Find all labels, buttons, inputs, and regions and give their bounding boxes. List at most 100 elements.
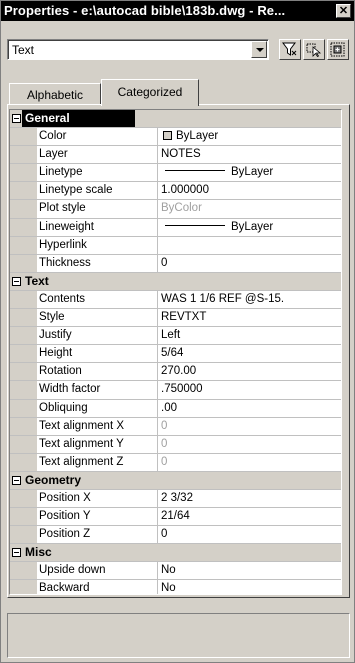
tab-alphabetic[interactable]: Alphabetic bbox=[9, 83, 101, 105]
property-row[interactable]: Text alignment Z0 bbox=[10, 453, 341, 472]
collapse-toggle[interactable] bbox=[10, 544, 22, 561]
minus-icon[interactable] bbox=[12, 475, 21, 485]
property-value-text: 0 bbox=[161, 455, 168, 468]
property-value-text: 1.000000 bbox=[161, 184, 209, 197]
property-row[interactable]: Linetype scale 1.000000 bbox=[10, 182, 341, 201]
property-row[interactable]: Position X2 3/32 bbox=[10, 489, 341, 509]
object-type-dropdown[interactable]: Text bbox=[7, 39, 269, 60]
property-name: Position X bbox=[37, 489, 158, 508]
property-value[interactable]: No bbox=[158, 580, 341, 595]
property-value[interactable]: 0 bbox=[158, 255, 341, 272]
property-value[interactable]: No bbox=[158, 562, 341, 579]
row-gutter bbox=[10, 399, 37, 417]
collapse-toggle[interactable] bbox=[10, 472, 22, 489]
category-row-text[interactable]: Text bbox=[10, 272, 341, 291]
property-row[interactable]: Contents WAS 1 1/6 REF @S-15. bbox=[10, 290, 341, 310]
property-value[interactable]: REVTXT bbox=[158, 309, 341, 326]
property-row[interactable]: Backward No bbox=[10, 580, 341, 595]
property-name: Backward bbox=[37, 580, 158, 594]
collapse-toggle[interactable] bbox=[10, 110, 22, 127]
property-row[interactable]: Upside down No bbox=[10, 562, 341, 581]
property-value[interactable]: 2 3/32 bbox=[158, 490, 341, 507]
row-gutter bbox=[10, 417, 37, 435]
chevron-down-icon[interactable] bbox=[251, 41, 267, 58]
tab-categorized[interactable]: Categorized bbox=[101, 79, 199, 106]
property-name: Lineweight bbox=[37, 218, 158, 236]
quick-select-button[interactable] bbox=[279, 39, 301, 60]
property-value[interactable]: .750000 bbox=[158, 381, 341, 398]
property-name: Position Z bbox=[37, 526, 158, 544]
property-value[interactable]: ByLayer bbox=[158, 128, 341, 145]
property-value-text: .00 bbox=[161, 401, 177, 414]
property-value-text: ByColor bbox=[161, 202, 202, 215]
property-name: Obliquing bbox=[37, 399, 158, 417]
property-row[interactable]: Thickness 0 bbox=[10, 254, 341, 273]
property-row[interactable]: Position Z0 bbox=[10, 526, 341, 545]
property-row[interactable]: Plot style ByColor bbox=[10, 200, 341, 219]
property-value[interactable]: 0 bbox=[158, 526, 341, 543]
row-gutter bbox=[10, 453, 37, 471]
property-name: Upside down bbox=[37, 562, 158, 580]
property-value[interactable]: .00 bbox=[158, 400, 341, 417]
collapse-toggle[interactable] bbox=[10, 273, 22, 290]
property-name: Text alignment Y bbox=[37, 435, 158, 453]
property-value-text: 270.00 bbox=[161, 365, 197, 378]
category-label: General bbox=[22, 110, 135, 128]
title-bar[interactable]: Properties - e:\autocad bible\183b.dwg -… bbox=[1, 1, 354, 21]
line-sample-icon bbox=[165, 170, 225, 172]
category-row-general[interactable]: General bbox=[10, 110, 341, 129]
row-gutter bbox=[10, 254, 37, 272]
description-pane bbox=[7, 613, 350, 658]
property-value[interactable]: ByColor bbox=[158, 200, 341, 217]
property-value[interactable]: 5/64 bbox=[158, 345, 341, 362]
property-value[interactable]: 1.000000 bbox=[158, 182, 341, 199]
property-row[interactable]: Style REVTXT bbox=[10, 309, 341, 328]
property-row[interactable]: Text alignment Y0 bbox=[10, 435, 341, 454]
minus-icon[interactable] bbox=[12, 548, 21, 558]
select-objects-button[interactable] bbox=[303, 39, 325, 60]
property-row[interactable]: Hyperlink bbox=[10, 236, 341, 255]
property-row[interactable]: Height 5/64 bbox=[10, 345, 341, 364]
property-value-text: .750000 bbox=[161, 383, 203, 396]
property-row[interactable]: Linetype ByLayer bbox=[10, 164, 341, 183]
property-value[interactable]: 0 bbox=[158, 436, 341, 453]
pickadd-toggle-button[interactable] bbox=[327, 39, 349, 60]
property-value[interactable]: 0 bbox=[158, 454, 341, 471]
property-row[interactable]: Position Y 21/64 bbox=[10, 508, 341, 527]
property-value-text: Left bbox=[161, 329, 181, 342]
property-row[interactable]: Lineweight ByLayer bbox=[10, 218, 341, 237]
property-value[interactable]: 0 bbox=[158, 418, 341, 435]
line-sample-icon bbox=[165, 224, 225, 226]
close-button[interactable]: ✕ bbox=[336, 4, 351, 18]
property-value[interactable] bbox=[158, 237, 341, 254]
property-row[interactable]: Text alignment X0 bbox=[10, 417, 341, 436]
property-value[interactable]: NOTES bbox=[158, 146, 341, 163]
property-name: Width factor bbox=[37, 381, 158, 399]
property-value[interactable]: Left bbox=[158, 327, 341, 344]
property-value[interactable]: 21/64 bbox=[158, 508, 341, 525]
property-name: Linetype scale bbox=[37, 182, 158, 200]
property-row[interactable]: Color ByLayer bbox=[10, 128, 341, 147]
minus-icon[interactable] bbox=[12, 276, 21, 286]
property-row[interactable]: Obliquing .00 bbox=[10, 399, 341, 418]
property-value[interactable]: 270.00 bbox=[158, 363, 341, 380]
property-value[interactable]: WAS 1 1/6 REF @S-15. bbox=[158, 291, 341, 308]
property-name: Text alignment X bbox=[37, 417, 158, 435]
property-value-text: NOTES bbox=[161, 148, 201, 161]
color-swatch-icon bbox=[163, 131, 172, 141]
property-name: Height bbox=[37, 345, 158, 363]
select-objects-icon bbox=[306, 43, 322, 57]
category-label: Geometry bbox=[25, 472, 82, 487]
minus-icon[interactable] bbox=[12, 114, 21, 123]
property-value[interactable]: ByLayer bbox=[158, 219, 341, 236]
property-row[interactable]: Justify Left bbox=[10, 327, 341, 346]
property-value[interactable]: ByLayer bbox=[158, 164, 341, 181]
category-row-misc[interactable]: Misc bbox=[10, 544, 341, 563]
property-name: Plot style bbox=[37, 200, 158, 218]
property-row[interactable]: Layer NOTES bbox=[10, 146, 341, 165]
property-row[interactable]: Rotation 270.00 bbox=[10, 363, 341, 382]
property-value-text: No bbox=[161, 582, 176, 595]
property-value-text: ByLayer bbox=[231, 166, 274, 179]
category-row-geometry[interactable]: Geometry bbox=[10, 471, 341, 490]
property-row[interactable]: Width factor .750000 bbox=[10, 381, 341, 400]
